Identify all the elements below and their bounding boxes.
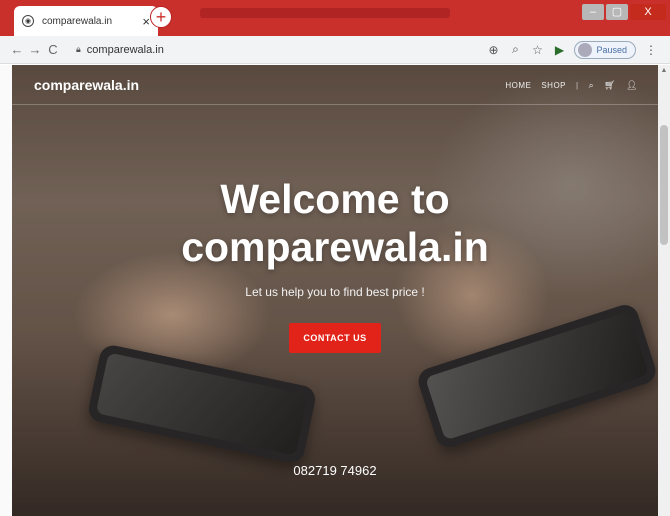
- extension-icon[interactable]: ▶: [548, 43, 570, 57]
- zoom-icon[interactable]: ⌕: [504, 42, 526, 57]
- forward-icon[interactable]: →: [26, 42, 44, 57]
- hero-section: comparewala.in HOME SHOP | ⌕ 🛒︎ 👤︎ Welco…: [12, 65, 658, 516]
- back-icon[interactable]: ←: [8, 42, 26, 57]
- contact-us-button[interactable]: CONTACT US: [289, 323, 381, 353]
- close-window-button[interactable]: X: [630, 4, 666, 20]
- new-tab-button[interactable]: +: [150, 6, 172, 28]
- browser-tab-bar: ◉ comparewala.in × + – ▢ X: [0, 0, 670, 36]
- profile-status: Paused: [596, 44, 627, 55]
- star-icon[interactable]: ☆: [526, 43, 548, 57]
- hero-content: Welcome to comparewala.in Let us help yo…: [12, 175, 658, 353]
- lock-icon[interactable]: 🔒︎: [76, 44, 81, 55]
- nav-home[interactable]: HOME: [505, 81, 531, 90]
- profile-button[interactable]: Paused: [574, 40, 636, 59]
- hero-title-line-2: comparewala.in: [181, 224, 489, 270]
- scrollbar-thumb[interactable]: [660, 125, 668, 245]
- tab-bar-blurred-text: [200, 8, 450, 18]
- browser-tab[interactable]: ◉ comparewala.in ×: [14, 6, 158, 36]
- nav-shop[interactable]: SHOP: [541, 81, 566, 90]
- window-controls: – ▢ X: [582, 4, 666, 20]
- scroll-up-icon[interactable]: ▲: [658, 67, 670, 74]
- tab-close-button[interactable]: ×: [142, 14, 150, 29]
- search-icon[interactable]: ⌕: [589, 80, 595, 91]
- cart-icon[interactable]: 🛒︎: [604, 80, 616, 91]
- site-logo[interactable]: comparewala.in: [34, 77, 139, 93]
- site-nav: HOME SHOP | ⌕ 🛒︎ 👤︎: [505, 80, 638, 91]
- user-icon[interactable]: 👤︎: [626, 80, 638, 91]
- globe-icon: ◉: [22, 15, 34, 27]
- minimize-button[interactable]: –: [582, 4, 604, 20]
- page-left-margin: [0, 65, 12, 516]
- location-icon[interactable]: ⊕: [482, 43, 504, 57]
- contact-phone-number: 082719 74962: [293, 463, 377, 478]
- site-header: comparewala.in HOME SHOP | ⌕ 🛒︎ 👤︎: [12, 65, 658, 105]
- browser-toolbar: ← → C 🔒︎ comparewala.in ⊕ ⌕ ☆ ▶ Paused ⋮: [0, 36, 670, 64]
- avatar: [578, 42, 593, 57]
- page-scrollbar[interactable]: ▲: [658, 65, 670, 516]
- maximize-button[interactable]: ▢: [606, 4, 628, 20]
- hero-title-line-1: Welcome to: [220, 176, 450, 222]
- nav-divider: |: [576, 81, 579, 90]
- address-bar[interactable]: comparewala.in: [87, 44, 483, 56]
- menu-icon[interactable]: ⋮: [640, 43, 662, 57]
- hero-subtitle: Let us help you to find best price !: [245, 285, 425, 299]
- tab-title: comparewala.in: [42, 15, 113, 27]
- reload-icon[interactable]: C: [44, 42, 62, 57]
